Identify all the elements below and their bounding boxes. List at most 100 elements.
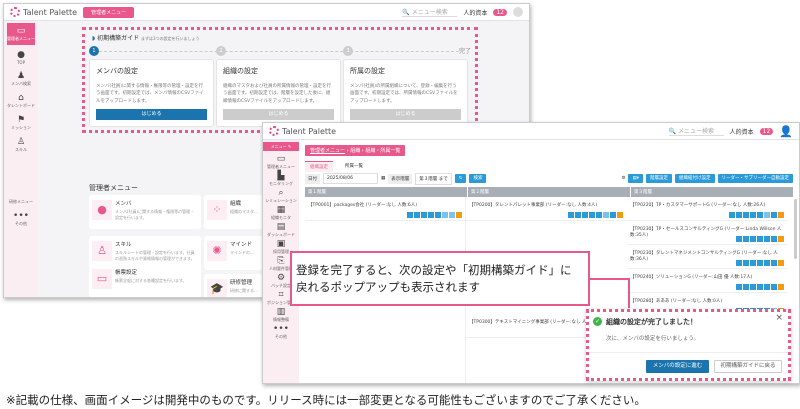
home-icon: ⌂ bbox=[18, 93, 24, 103]
menu-card-member[interactable]: ● メンバ メンバ(社員)に関する情報・権限等の管理・設定を行います。 bbox=[89, 195, 201, 229]
card-title: スキル bbox=[115, 242, 132, 248]
sidebar-item-admin[interactable]: ▭ 管理者メニュー bbox=[7, 23, 35, 45]
label: スキル bbox=[15, 147, 27, 152]
callout-line-2: 戻れるポップアップも表示されます bbox=[296, 280, 480, 294]
refresh-button[interactable]: ↻ bbox=[454, 174, 467, 183]
jinteki-link[interactable]: 人的資本 bbox=[463, 8, 487, 17]
row-actions[interactable] bbox=[736, 236, 784, 242]
row-actions[interactable] bbox=[736, 284, 784, 290]
badge[interactable]: 12 bbox=[493, 8, 507, 16]
start-member-button[interactable]: はじめる bbox=[96, 109, 207, 120]
menu-search-input[interactable]: 🔍 メニュー検索 bbox=[402, 7, 458, 17]
brand: Talent Palette bbox=[282, 126, 337, 136]
sidebar-item-simulation[interactable]: ⌕ シミュレーション bbox=[263, 187, 299, 204]
tab-org-settings[interactable]: 組織設定 bbox=[305, 161, 333, 172]
sidebar-item-training[interactable]: 研修メニュー bbox=[4, 196, 38, 208]
sidebar-item-skill[interactable]: ♙ スキル bbox=[4, 134, 38, 156]
logo: Talent Palette bbox=[269, 126, 336, 136]
table-row[interactable]: 【TP0200】タレントパレット事業部 (リーダー:なし 人数:4人) bbox=[466, 199, 626, 221]
level-select[interactable]: 第３階層 まで bbox=[415, 172, 452, 185]
org-name: 【TP0280】あああ (リーダー:なし 人数:0人) bbox=[630, 299, 723, 304]
tab-affiliation-list[interactable]: 所属一覧 bbox=[345, 161, 363, 172]
sidebar-item-monitoring[interactable]: ▙ モニタリング bbox=[263, 170, 299, 187]
date-input[interactable]: 2025/08/06 bbox=[323, 173, 378, 184]
row-actions[interactable] bbox=[736, 260, 784, 266]
search-button[interactable]: 検索 bbox=[469, 174, 487, 183]
sidebar-item-talent-board[interactable]: ⌂ タレントボード bbox=[4, 90, 38, 112]
sidebar-item-other[interactable]: ••• その他 bbox=[4, 208, 38, 230]
popup-title: 組織の設定が完了しました！ bbox=[606, 318, 697, 326]
admin-menu-button[interactable]: 管理者メニュー bbox=[83, 6, 135, 18]
start-affiliation-button[interactable]: はじめる bbox=[350, 109, 461, 120]
table-row[interactable]: 【TP0230】タレントマネジメントコンサルティングG (リーダー:なし 人数:… bbox=[627, 247, 787, 269]
column-header: 第３階層 bbox=[630, 187, 793, 197]
user-avatar[interactable] bbox=[513, 7, 523, 17]
table-row[interactable]: 【TP0240】ソリューションG (リーダー:山田 優 人数:17人) bbox=[627, 271, 787, 293]
sidebar-item-admin[interactable]: ▭ 管理者メニュー bbox=[263, 153, 299, 170]
org-name: 【TP0001】packages会社 (リーダー:なし 人数:6人) bbox=[308, 203, 418, 208]
label: バッチ設定 bbox=[271, 283, 291, 288]
chart-icon: ▙ bbox=[277, 171, 285, 181]
sidebar-item-org-monitor[interactable]: ▦ 組織モニタ bbox=[263, 204, 299, 221]
toolbar: 日付 2025/08/06 ▦ 表示階層 第３階層 まで ↻ 検索 ⚙ ▤▾ 階… bbox=[305, 172, 793, 185]
back-to-guide-button[interactable]: 初期構築ガイドに戻る bbox=[714, 360, 782, 373]
org-name: 【TP0220】TP・カスタマーサポートG (リーダー:なし 人数:26人) bbox=[630, 203, 766, 208]
logo-icon bbox=[269, 126, 279, 136]
jinteki-link[interactable]: 人的資本 bbox=[730, 127, 754, 136]
sidebar-item-dashboard[interactable]: ▤ ダッシュボード bbox=[263, 221, 299, 238]
guide-card-member: メンバの設定 メンバ(社員)に関する情報・権限等の管理・設定を行う画面です。初期設… bbox=[89, 59, 214, 127]
calendar-icon[interactable]: ▦ bbox=[381, 176, 385, 181]
row-actions[interactable] bbox=[407, 212, 462, 218]
menu-toggle-button[interactable]: メニュー ✎ bbox=[263, 142, 299, 151]
dashboard-icon: ▤ bbox=[276, 222, 286, 232]
label: メニュー bbox=[270, 144, 287, 149]
go-member-settings-button[interactable]: メンバの設定に進む bbox=[646, 360, 709, 373]
card-title: 帳票設定 bbox=[115, 270, 138, 276]
sidebar-item-member-search[interactable]: ♟ メンバ検索 bbox=[4, 68, 38, 90]
org-link-settings-button[interactable]: 組織紐付け設定 bbox=[675, 174, 715, 183]
label: メンバ検索 bbox=[11, 81, 31, 86]
sidebar-item-top[interactable]: ● TOP bbox=[4, 47, 38, 68]
step-line bbox=[99, 51, 459, 52]
label: 採用管理 bbox=[273, 249, 289, 254]
file-button[interactable]: ▤▾ bbox=[628, 174, 643, 183]
column-header: 第２階層 bbox=[467, 187, 630, 197]
row-actions[interactable] bbox=[729, 212, 784, 218]
more-icon: ••• bbox=[13, 211, 29, 221]
badge[interactable]: 12 bbox=[759, 127, 774, 135]
card-title: 所属の設定 bbox=[350, 67, 385, 75]
guide-title-text: 初期構築ガイド bbox=[97, 35, 140, 42]
label: TOP bbox=[16, 60, 25, 65]
settings-icon[interactable]: ⚙ bbox=[621, 176, 625, 181]
level-settings-button[interactable]: 階層設定 bbox=[646, 174, 672, 183]
palette-icon: ● bbox=[17, 50, 25, 60]
card-desc: 組織のマスタ… bbox=[230, 209, 258, 214]
label: シミュレーション bbox=[265, 198, 297, 203]
table-row[interactable]: 【TP0001】packages会社 (リーダー:なし 人数:6人) bbox=[305, 199, 465, 221]
guide-subtitle: まずは3つの設定を行いましょう bbox=[141, 36, 200, 41]
breadcrumb-item[interactable]: 組織 bbox=[350, 148, 360, 154]
label: その他 bbox=[15, 221, 27, 226]
sidebar-item-mission[interactable]: ⚑ ミッション bbox=[4, 112, 38, 134]
org-name: 【TP0300】テキストマイニング事業部 (リーダー:なし 人数:0人) bbox=[469, 320, 602, 325]
menu-card-report[interactable]: ▭ 帳票設定 帳票全般に対する各種設定を行います。 bbox=[89, 264, 201, 297]
table-row[interactable]: 【TP0230】TP・セールスコンサルティングG (リーダー:Linda Wil… bbox=[627, 223, 787, 245]
user-avatar[interactable]: 👤 bbox=[779, 125, 793, 138]
org-name: 【TP0200】タレントパレット事業部 (リーダー:なし 人数:4人) bbox=[469, 203, 598, 208]
scrollbar[interactable] bbox=[794, 199, 797, 259]
table-row[interactable]: 【TP0220】TP・カスタマーサポートG (リーダー:なし 人数:26人) bbox=[627, 199, 787, 221]
back-header: Talent Palette 管理者メニュー 🔍 メニュー検索 人的資本 12 bbox=[4, 4, 529, 21]
label: 情報整備 bbox=[273, 317, 289, 322]
breadcrumb-item[interactable]: 管理者メニュー bbox=[310, 148, 345, 154]
sidebar-item-other[interactable]: ••• その他 bbox=[263, 323, 299, 340]
row-actions[interactable] bbox=[568, 212, 623, 218]
leader-auto-settings-button[interactable]: リーダー・サブリーダー自動設定 bbox=[717, 174, 793, 183]
sidebar-item-info[interactable]: ▥ 情報整備 bbox=[263, 306, 299, 323]
more-icon: ••• bbox=[273, 324, 289, 334]
menu-search-input[interactable]: 🔍 メニュー検索 bbox=[668, 126, 724, 136]
start-org-button[interactable]: はじめる bbox=[223, 109, 334, 120]
callout-connector bbox=[590, 278, 630, 308]
close-icon[interactable]: × bbox=[775, 313, 783, 323]
card-title: メンバの設定 bbox=[96, 67, 138, 75]
org-monitor-icon: ▦ bbox=[276, 205, 286, 215]
